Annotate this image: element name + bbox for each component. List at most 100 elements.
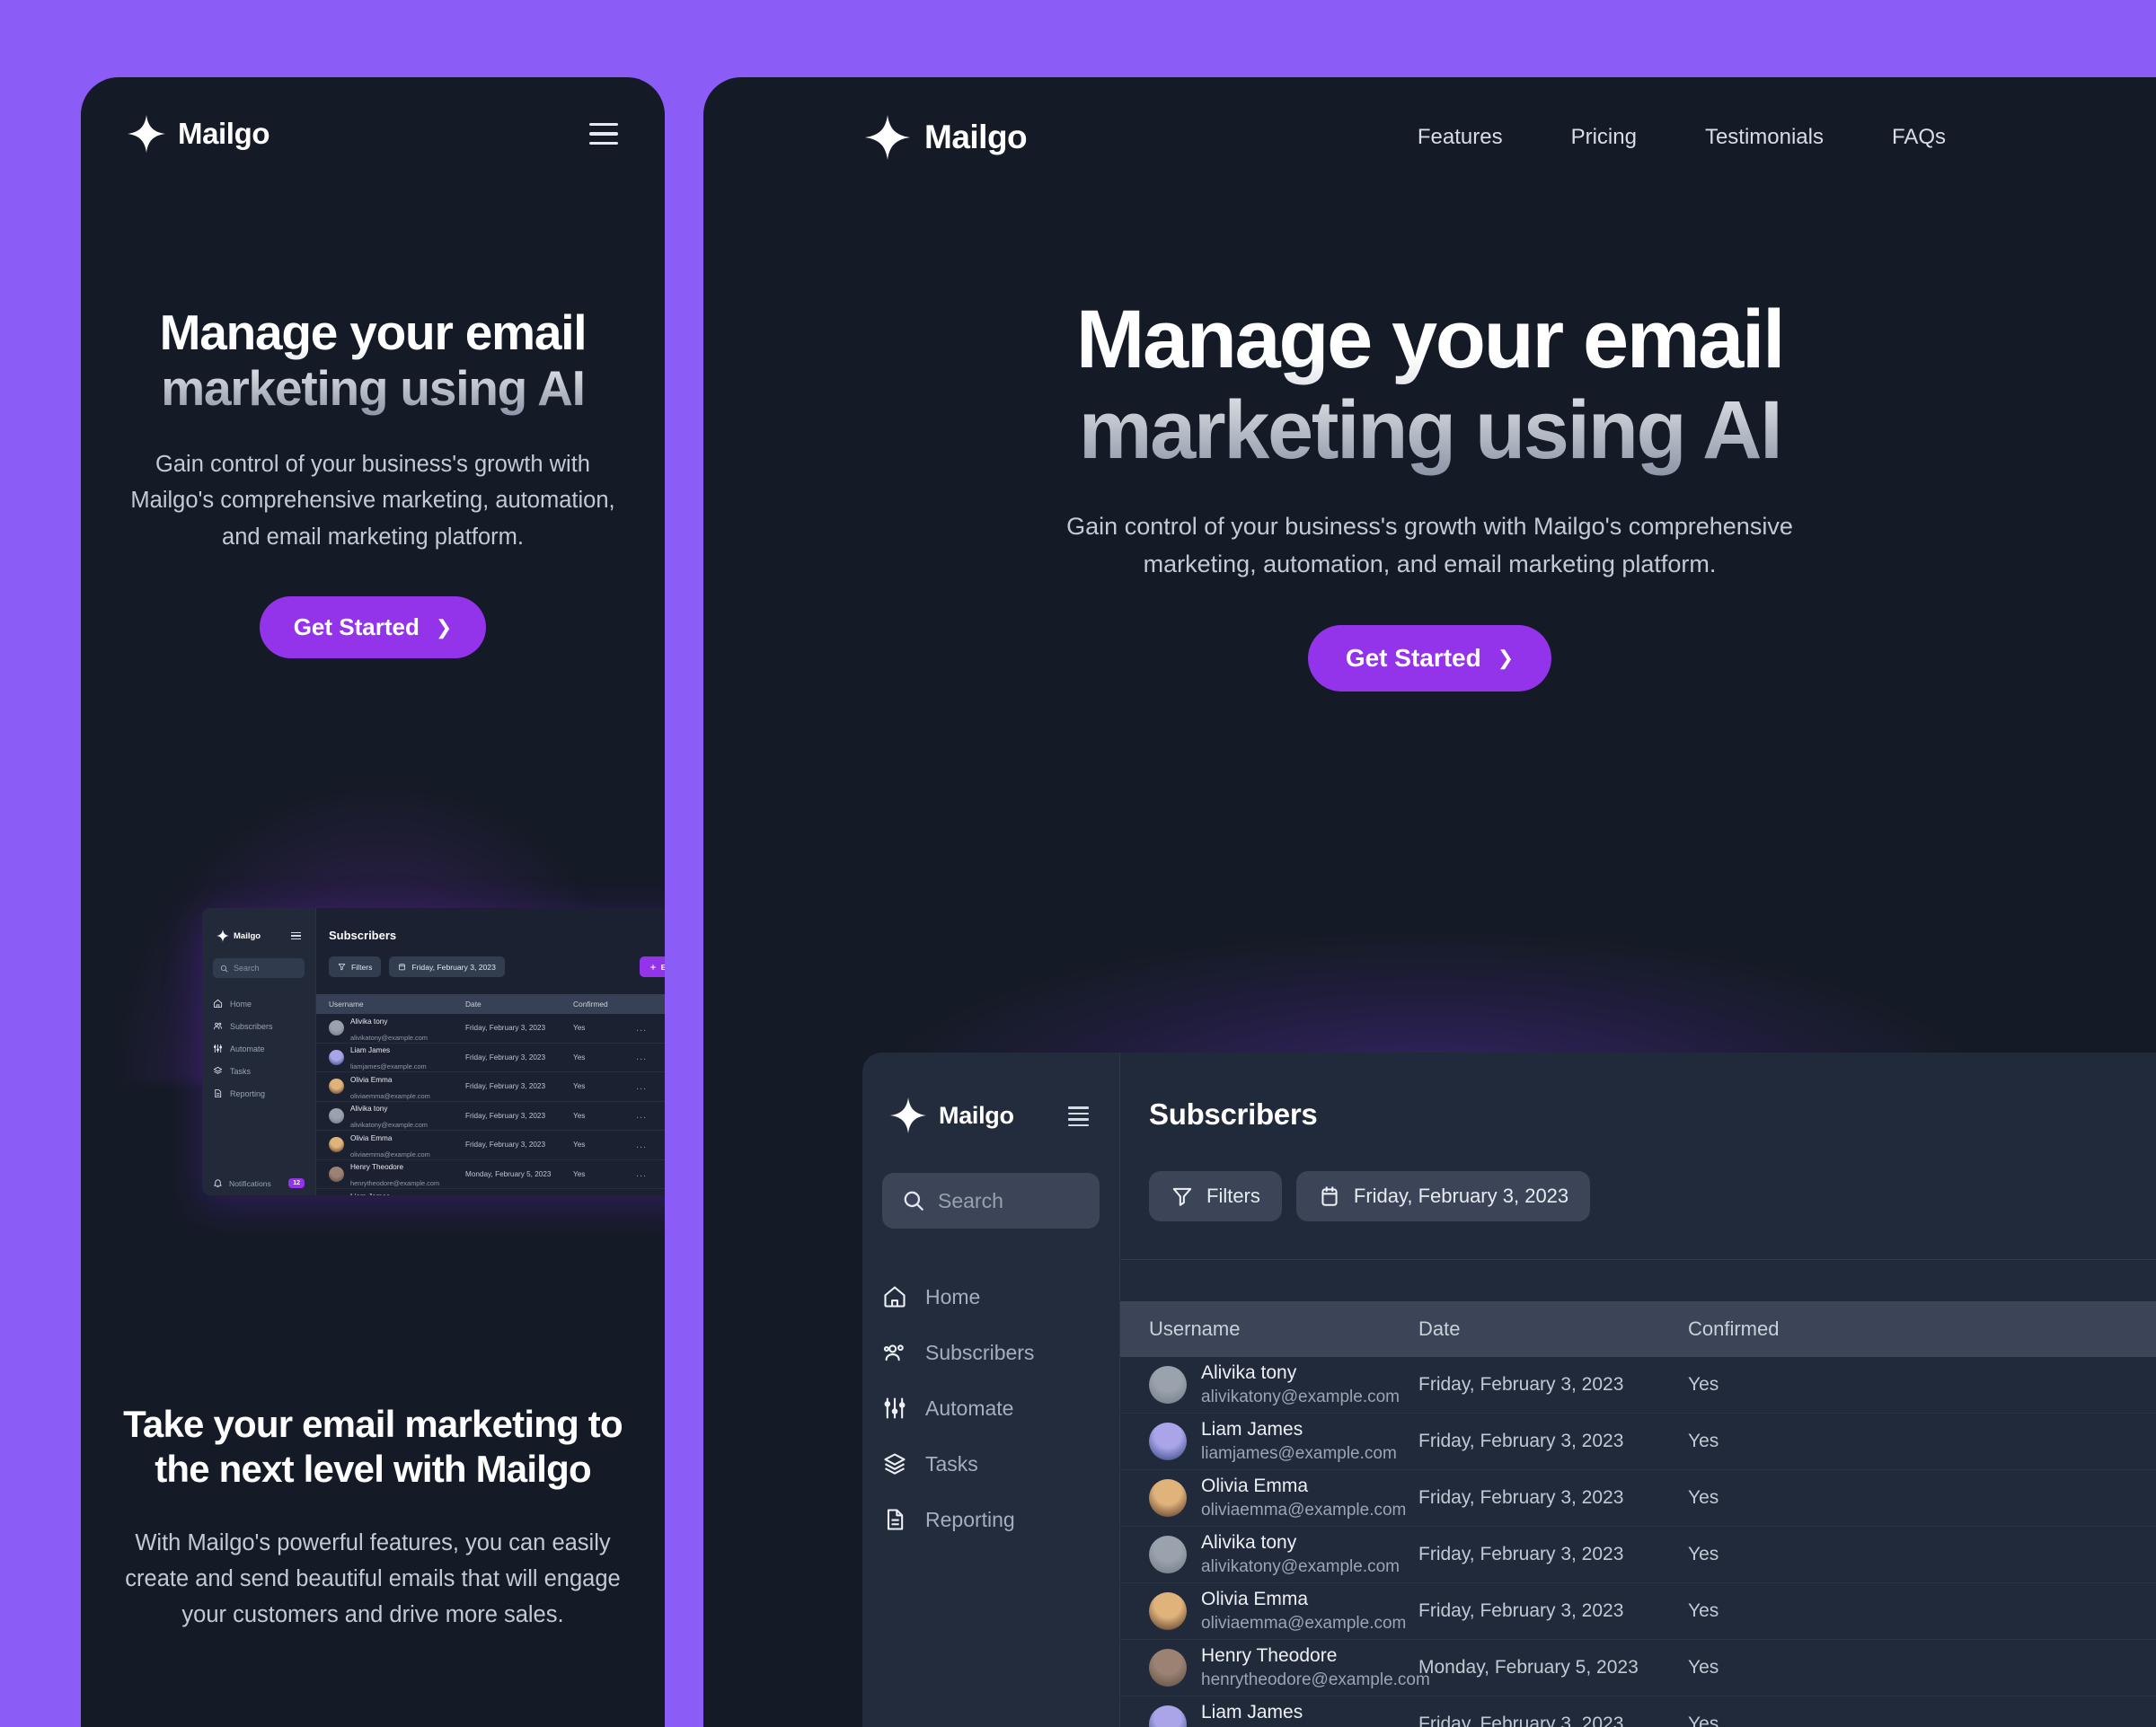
nav-link-features[interactable]: Features — [1383, 125, 1537, 150]
table-row[interactable]: Henry Theodore henrytheodore@example.com M… — [1120, 1640, 2156, 1696]
nav-link-faqs[interactable]: FAQs — [1858, 125, 1980, 150]
row-email: alivikatony@example.com — [1201, 1557, 1400, 1577]
mini-nav-item-subscribers[interactable]: Subscribers — [213, 1015, 305, 1037]
mini-table: Username Date Confirmed Alivika tony aliv… — [316, 994, 665, 1195]
filters-button[interactable]: Filters — [1149, 1171, 1282, 1221]
mobile-get-started-button[interactable]: Get Started ❯ — [259, 596, 487, 659]
table-row[interactable]: Alivika tony alivikatony@example.com Frida… — [1120, 1357, 2156, 1414]
desktop-hero-title: Manage your email marketing using AI — [1076, 295, 1783, 476]
calendar-icon — [1321, 1186, 1338, 1206]
avatar — [1149, 1648, 1187, 1687]
users-icon — [883, 1344, 904, 1361]
layers-icon — [213, 1066, 223, 1074]
date-picker-button[interactable]: Friday, February 3, 2023 — [1295, 1171, 1591, 1221]
row-email: liamjames@example.com — [1201, 1444, 1397, 1464]
row-username: Liam James — [1201, 1419, 1303, 1440]
nav-link-testimonials[interactable]: Testimonials — [1671, 125, 1858, 150]
nav-link-pricing[interactable]: Pricing — [1537, 125, 1671, 150]
four-point-star-icon — [216, 930, 229, 942]
desktop-hero: Manage your email marketing using AI Gai… — [703, 160, 2156, 692]
mini-row-menu-icon[interactable]: ... — [636, 1140, 647, 1150]
table-row[interactable]: Liam Jamesliamjames@example.comFriday, F… — [1120, 1414, 2156, 1470]
chevron-right-icon: ❯ — [435, 615, 453, 639]
mobile-hero: Manage your email marketing using AI Gai… — [81, 153, 665, 659]
mini-date-label: Friday, February 3, 2023 — [411, 962, 496, 972]
dashboard-sidebar: Mailgo Search Home Subscribers Automate … — [862, 1053, 1120, 1727]
desktop-navbar: Mailgo Features Pricing Testimonials FAQ… — [703, 77, 2156, 160]
mini-table-row[interactable]: Alivika tony alivikatony@example.com Frida… — [316, 1102, 665, 1131]
mini-nav-item-automate[interactable]: Automate — [213, 1037, 305, 1060]
mini-table-row[interactable]: Henry Theodore henrytheodore@example.com M… — [316, 1160, 665, 1189]
table-row[interactable]: Liam Jamesliamjames@example.comFriday, F… — [1120, 1696, 2156, 1727]
mini-table-row[interactable]: Liam Jamesliamjames@example.comFriday, F… — [316, 1044, 665, 1072]
mini-nav-label: Home — [230, 999, 252, 1009]
mini-notifications-label: Notifications — [229, 1178, 271, 1188]
mini-row-date: Friday, February 3, 2023 — [465, 1111, 546, 1120]
search-icon — [220, 965, 228, 972]
row-confirmed: Yes — [1688, 1374, 1719, 1395]
desktop-hero-title-line2: marketing using AI — [1078, 384, 1781, 477]
table-row[interactable]: Olivia Emma oliviaemma@example.com Friday,… — [1120, 1470, 2156, 1527]
hamburger-menu-icon[interactable] — [589, 122, 618, 145]
mini-table-row[interactable]: Liam Jamesliamjames@example.comFriday, F… — [316, 1189, 665, 1195]
dashboard-hamburger-menu-icon[interactable] — [1068, 1106, 1089, 1127]
mini-row-confirmed: Yes — [573, 1141, 586, 1150]
avatar — [329, 1020, 344, 1036]
mini-row-date: Friday, February 3, 2023 — [465, 1053, 546, 1062]
mini-table-row[interactable]: Olivia Emma oliviaemma@example.com Friday,… — [316, 1131, 665, 1160]
mini-row-menu-icon[interactable]: ... — [636, 1168, 647, 1179]
dashboard-search-input[interactable]: Search — [882, 1173, 1100, 1229]
sidebar-item-subscribers[interactable]: Subscribers — [882, 1325, 1100, 1380]
mini-date-button[interactable]: Friday, February 3, 2023 — [389, 956, 505, 977]
dashboard-toolbar: Filters Friday, February 3, 2023 — [1120, 1132, 2156, 1221]
sidebar-item-reporting[interactable]: Reporting — [882, 1492, 1100, 1547]
mini-toolbar: Filters Friday, February 3, 2023 Export — [316, 942, 665, 977]
mini-table-row[interactable]: Alivika tony alivikatony@example.com Frida… — [316, 1014, 665, 1044]
mobile-dashboard-preview: Mailgo Search Home Subscribers Automate … — [202, 908, 665, 1195]
mini-row-date: Monday, February 5, 2023 — [465, 1169, 552, 1178]
mini-nav-item-home[interactable]: Home — [213, 992, 305, 1015]
mini-filters-button[interactable]: Filters — [329, 956, 382, 977]
mini-row-menu-icon[interactable]: ... — [636, 1110, 647, 1121]
avatar — [329, 1166, 344, 1182]
mini-row-username: Liam James — [350, 1046, 391, 1055]
mini-export-button[interactable]: Export — [639, 956, 665, 977]
column-header-date: Date — [1418, 1317, 1461, 1340]
sidebar-item-automate[interactable]: Automate — [882, 1380, 1100, 1436]
desktop-nav-links: Features Pricing Testimonials FAQs — [1383, 125, 2156, 150]
funnel-icon — [1172, 1187, 1192, 1206]
table-row[interactable]: Olivia Emma oliviaemma@example.com Friday,… — [1120, 1583, 2156, 1640]
mini-row-date: Friday, February 3, 2023 — [465, 1141, 546, 1150]
mini-row-menu-icon[interactable]: ... — [636, 1081, 647, 1092]
desktop-get-started-label: Get Started — [1345, 644, 1481, 673]
mobile-brand[interactable]: Mailgo — [128, 115, 270, 153]
row-confirmed: Yes — [1688, 1544, 1719, 1564]
mini-hamburger-menu-icon[interactable] — [291, 932, 301, 939]
row-date: Friday, February 3, 2023 — [1418, 1374, 1624, 1395]
mini-nav-item-reporting[interactable]: Reporting — [213, 1082, 305, 1105]
mini-row-confirmed: Yes — [573, 1082, 586, 1091]
sidebar-item-tasks[interactable]: Tasks — [882, 1436, 1100, 1492]
mini-row-confirmed: Yes — [573, 1111, 586, 1120]
avatar — [329, 1107, 344, 1123]
table-row[interactable]: Alivika tony alivikatony@example.com Frida… — [1120, 1527, 2156, 1583]
mini-row-menu-icon[interactable]: ... — [636, 1023, 647, 1034]
mini-sidebar: Mailgo Search Home Subscribers Automate … — [202, 908, 316, 1195]
mini-nav-item-tasks[interactable]: Tasks — [213, 1060, 305, 1082]
mini-search-input[interactable]: Search — [213, 958, 305, 978]
mobile-mockup-panel: Mailgo Manage your email marketing using… — [81, 77, 665, 1727]
sliders-icon — [213, 1044, 223, 1053]
toolbar-divider — [1120, 1259, 2156, 1260]
mobile-cta-wrap: Get Started ❯ — [113, 596, 632, 659]
mini-notifications[interactable]: Notifications 12 — [213, 1178, 305, 1188]
sidebar-item-home[interactable]: Home — [882, 1269, 1100, 1325]
avatar — [1149, 1591, 1187, 1630]
mini-row-menu-icon[interactable]: ... — [636, 1052, 647, 1062]
mini-search-placeholder: Search — [234, 964, 260, 973]
mini-table-row[interactable]: Olivia Emma oliviaemma@example.com Friday,… — [316, 1072, 665, 1102]
bell-icon — [214, 1179, 222, 1188]
row-username: Henry Theodore — [1201, 1645, 1338, 1666]
row-email: alivikatony@example.com — [1201, 1388, 1400, 1407]
desktop-brand[interactable]: Mailgo — [865, 115, 1028, 160]
desktop-get-started-button[interactable]: Get Started ❯ — [1307, 625, 1552, 692]
